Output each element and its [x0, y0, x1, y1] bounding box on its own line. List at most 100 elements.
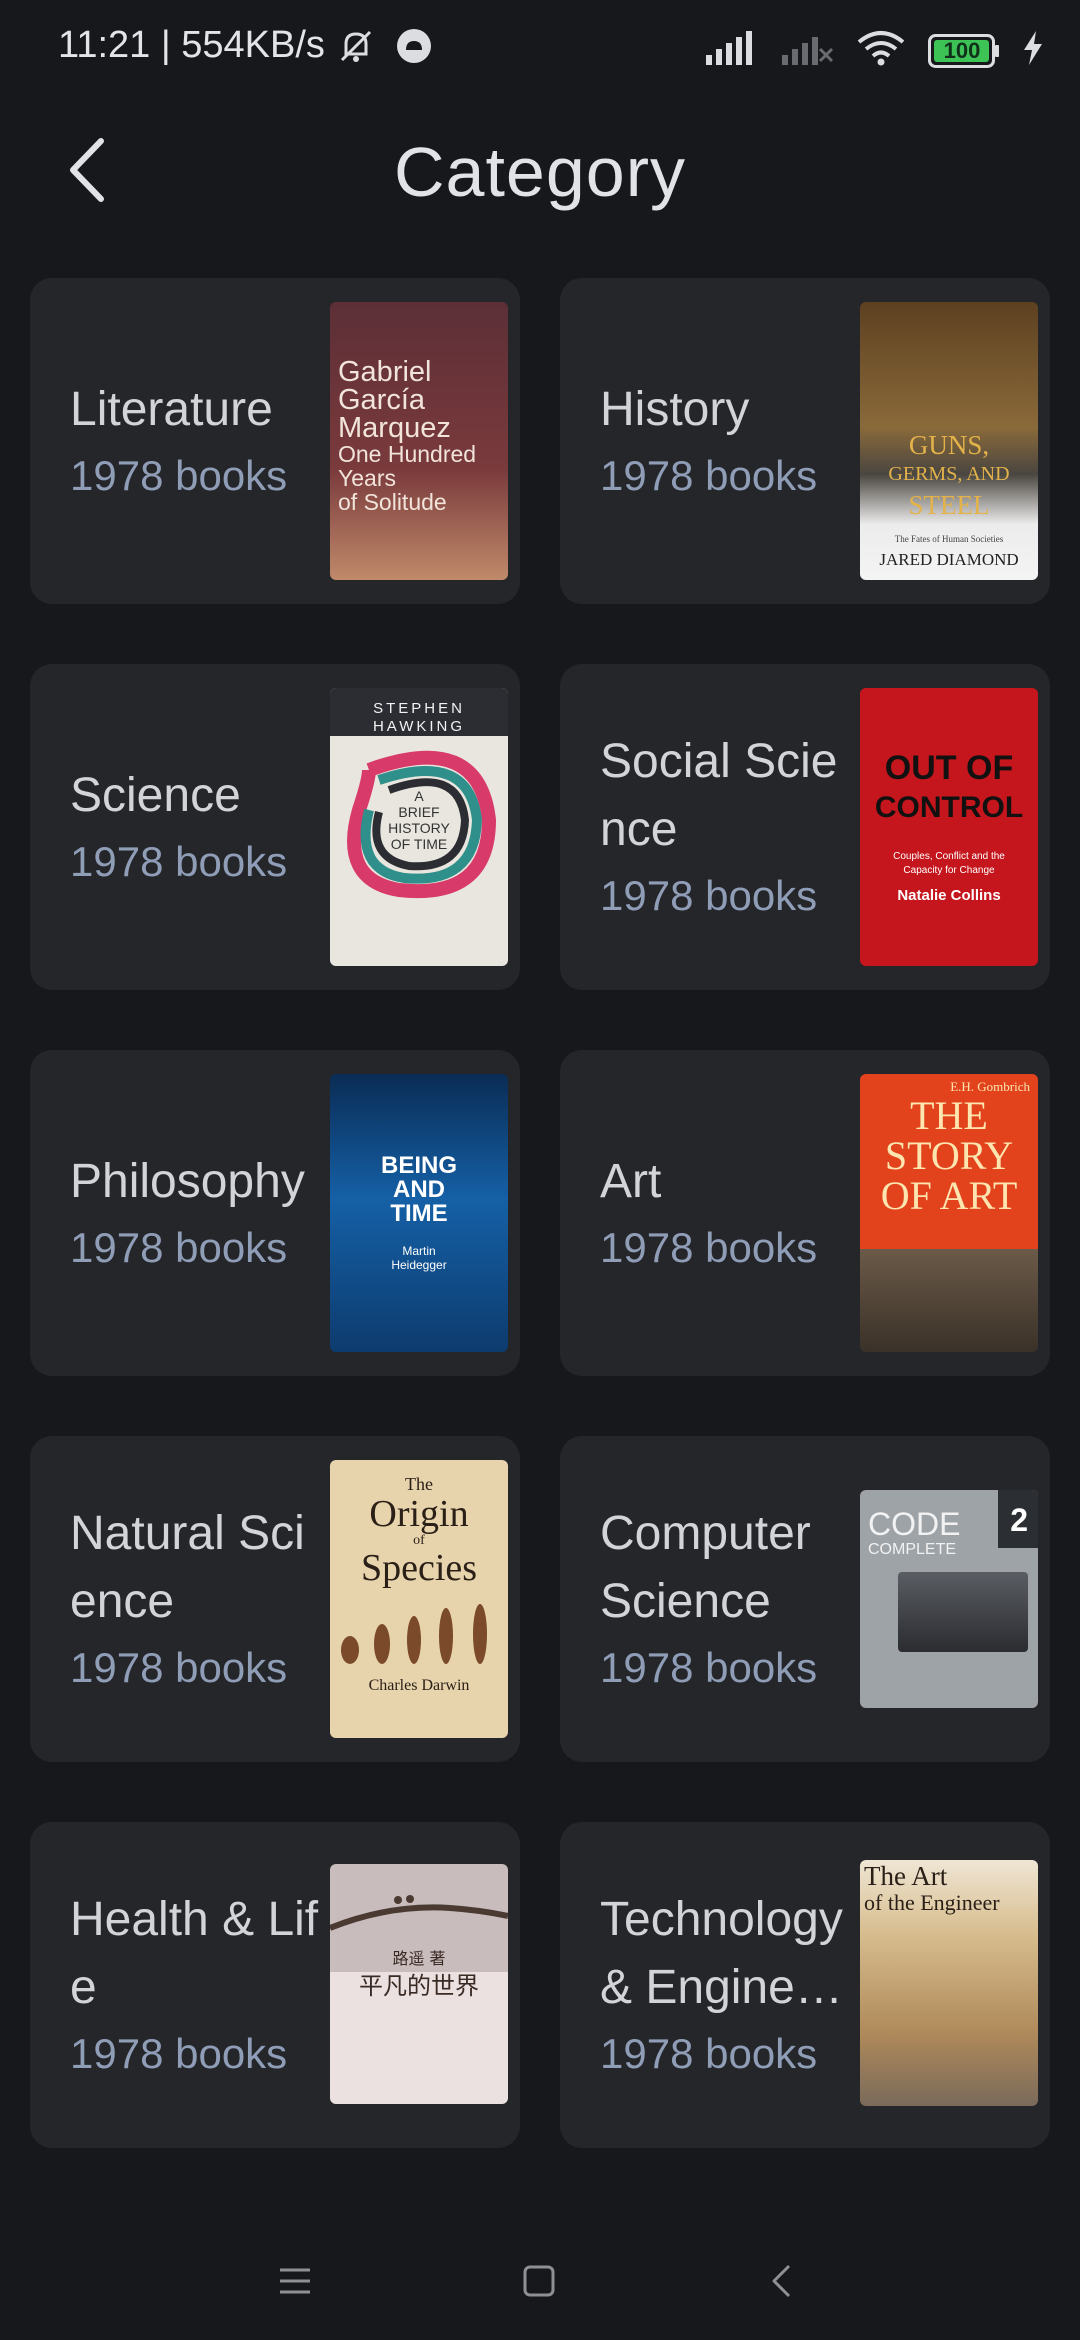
cover-line: COMPLETE — [868, 1541, 957, 1558]
status-bar: 11:21 | 554KB/s 100 — [0, 0, 1080, 96]
card-text: Natural Science 1978 books — [70, 1436, 320, 1762]
cover-line: A — [414, 788, 424, 804]
cover-line: 2 — [1010, 1502, 1028, 1538]
home-button[interactable] — [504, 2248, 574, 2318]
category-count: 1978 books — [600, 452, 818, 499]
signal-icon — [704, 31, 758, 70]
card-text: Technology & Engineering 1978 books — [600, 1822, 850, 2148]
mute-bell-icon — [336, 26, 376, 71]
page-title: Category — [393, 133, 687, 211]
back-triangle-icon — [769, 2263, 793, 2304]
category-count: 1978 books — [70, 452, 288, 499]
category-card-art[interactable]: Art 1978 books E.H. Gombrich THE STORY O… — [560, 1050, 1050, 1376]
category-card-literature[interactable]: Literature 1978 books Gabriel García Mar… — [30, 278, 520, 604]
category-card-health-life[interactable]: Health & Life 1978 books 路遥 著 平凡的世界 — [30, 1822, 520, 2148]
cover-line: Marquez — [338, 412, 451, 444]
evolution-art — [341, 1604, 487, 1664]
cover-line: Heidegger — [391, 1258, 447, 1272]
book-cover: STEPHEN HAWKING A BRIEF HISTORY OF TIME — [330, 688, 508, 966]
cover-line: CODE — [868, 1506, 961, 1542]
category-name: Computer Science — [600, 1507, 811, 1628]
hill-art — [330, 1895, 508, 1931]
category-name: History — [600, 383, 750, 436]
cover-line: The — [405, 1474, 433, 1494]
category-card-computer-science[interactable]: Computer Science 1978 books 2 CODE COMPL… — [560, 1436, 1050, 1762]
category-card-natural-science[interactable]: Natural Science 1978 books The Origin of… — [30, 1436, 520, 1762]
header: Category — [0, 110, 1080, 240]
battery-level: 100 — [943, 37, 981, 63]
card-text: History 1978 books — [600, 278, 850, 604]
category-count: 1978 books — [600, 872, 818, 919]
cover-line: THE — [910, 1093, 988, 1138]
card-text: Art 1978 books — [600, 1050, 850, 1376]
card-text: Science 1978 books — [70, 664, 320, 990]
cover-line: of the Engineer — [864, 1890, 1000, 1915]
card-text: Literature 1978 books — [70, 278, 320, 604]
category-card-social-science[interactable]: Social Science 1978 books OUT OF CONTROL… — [560, 664, 1050, 990]
category-card-history[interactable]: History 1978 books GUNS, GERMS, AND STEE… — [560, 278, 1050, 604]
category-grid: Literature 1978 books Gabriel García Mar… — [30, 278, 1050, 2148]
cover-line: GUNS, — [908, 430, 990, 460]
cover-line: of — [413, 1533, 425, 1548]
cover-line: The Art — [864, 1861, 948, 1891]
book-cover: GUNS, GERMS, AND STEEL The Fates of Huma… — [860, 302, 1038, 580]
cover-line: Origin — [369, 1493, 469, 1535]
android-icon — [396, 28, 432, 69]
category-name: Health & Life — [70, 1893, 319, 2014]
wifi-icon — [856, 30, 906, 71]
category-name: Social Science — [600, 735, 838, 856]
book-cover: Gabriel García Marquez One Hundred Years… — [330, 302, 508, 580]
book-cover: The Origin of Species Charles Darwin — [330, 1460, 508, 1738]
category-count: 1978 books — [70, 1644, 288, 1691]
category-card-philosophy[interactable]: Philosophy 1978 books BEING AND TIME Mar… — [30, 1050, 520, 1376]
cover-line: García — [338, 384, 426, 416]
category-count: 1978 books — [600, 1644, 818, 1691]
category-count: 1978 books — [70, 838, 288, 885]
cover-line: JARED DIAMOND — [879, 550, 1019, 569]
category-name: Natural Science — [70, 1507, 305, 1628]
cover-line: GERMS, AND — [888, 463, 1010, 485]
cover-line: BRIEF — [398, 804, 440, 820]
category-card-science[interactable]: Science 1978 books STEPHEN HAWKING A BRI… — [30, 664, 520, 990]
cover-line: STEPHEN — [373, 700, 465, 717]
card-text: Philosophy 1978 books — [70, 1050, 320, 1376]
category-name: Science — [70, 769, 241, 822]
cover-line: Couples, Conflict and the — [893, 851, 1005, 862]
category-name: Art — [600, 1155, 662, 1208]
back-nav-button[interactable] — [746, 2248, 816, 2318]
cover-line: 平凡的世界 — [359, 1972, 479, 2000]
category-card-technology-engineering[interactable]: Technology & Engineering 1978 books The … — [560, 1822, 1050, 2148]
home-square-icon — [522, 2264, 556, 2303]
status-time: 11:21 | 554KB/s — [58, 24, 325, 66]
cover-line: The Fates of Human Societies — [894, 534, 1004, 544]
cover-line: Gabriel — [338, 356, 432, 388]
cover-line: 路遥 著 — [392, 1949, 446, 1968]
book-cover: The Art of the Engineer — [860, 1860, 1038, 2106]
battery-icon: 100 — [928, 33, 1000, 68]
status-icons-right: 100 — [704, 30, 1044, 71]
cover-line: BEING — [380, 1152, 457, 1179]
card-text: Social Science 1978 books — [600, 664, 850, 990]
cover-line: TIME — [390, 1200, 448, 1227]
status-icons-left — [336, 26, 432, 71]
cover-line: STEEL — [908, 490, 990, 520]
cover-line: One Hundred — [338, 441, 477, 467]
cover-line: Species — [360, 1547, 478, 1589]
book-cover: OUT OF CONTROL Couples, Conflict and the… — [860, 688, 1038, 966]
cover-line: Martin — [402, 1244, 436, 1258]
keyboard-image — [898, 1572, 1028, 1652]
book-cover: E.H. Gombrich THE STORY OF ART — [860, 1074, 1038, 1352]
cover-line: OUT OF — [884, 749, 1014, 787]
cover-line: CONTROL — [874, 791, 1024, 824]
category-count: 1978 books — [70, 2030, 288, 2077]
menu-button[interactable] — [260, 2248, 330, 2318]
book-cover: 路遥 著 平凡的世界 — [330, 1864, 508, 2104]
cover-line: Natalie Collins — [897, 887, 1001, 904]
cover-line: STORY — [884, 1133, 1014, 1178]
nav-bar — [0, 2220, 1080, 2340]
charging-icon — [1022, 31, 1044, 70]
book-cover: 2 CODE COMPLETE — [860, 1490, 1038, 1708]
card-text: Computer Science 1978 books — [600, 1436, 850, 1762]
category-count: 1978 books — [70, 1224, 288, 1271]
cover-line: AND — [393, 1176, 445, 1203]
